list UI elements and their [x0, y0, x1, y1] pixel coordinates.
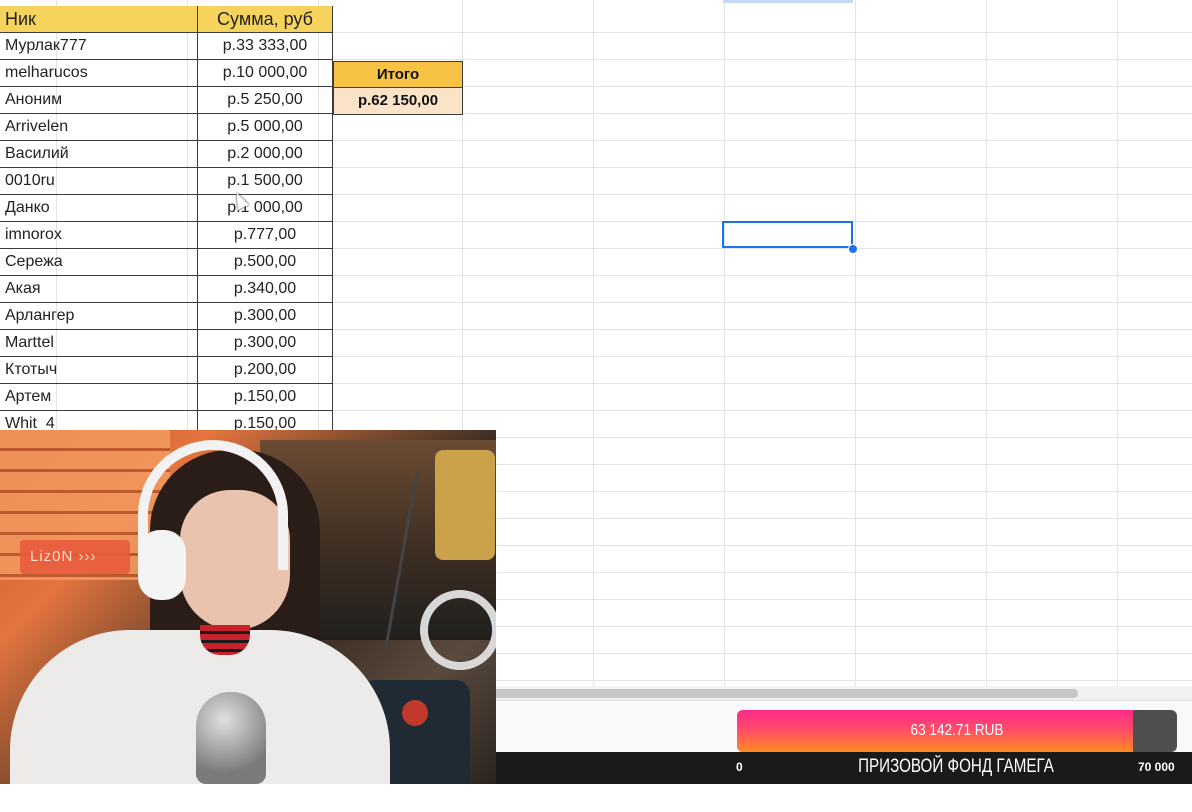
table-cell-nick[interactable]: Василий [0, 141, 198, 168]
table-cell-sum[interactable]: р.1 000,00 [198, 195, 333, 222]
table-cell-sum[interactable]: р.300,00 [198, 303, 333, 330]
table-cell-nick[interactable]: melharucos [0, 60, 198, 87]
table-cell-sum[interactable]: р.2 000,00 [198, 141, 333, 168]
table-cell-sum[interactable]: р.33 333,00 [198, 33, 333, 60]
selected-column-header-highlight [723, 0, 853, 3]
table-cell-nick[interactable]: Marttel [0, 330, 198, 357]
headphone-cup [138, 530, 186, 600]
total-value-cell[interactable]: р.62 150,00 [333, 88, 463, 115]
prize-fund-title: ПРИЗОВОЙ ФОНД ГАМЕГА ДЖЕМА [858, 756, 1054, 807]
active-cell-selection[interactable] [722, 221, 853, 248]
table-cell-nick[interactable]: Артем [0, 384, 198, 411]
table-cell-nick[interactable]: Сережа [0, 249, 198, 276]
backpack-logo-icon [402, 700, 428, 726]
fill-handle[interactable] [848, 244, 858, 254]
table-cell-nick[interactable]: Мурлак777 [0, 33, 198, 60]
table-cell-sum[interactable]: р.5 000,00 [198, 114, 333, 141]
donation-progress-bar: 63 142.71 RUB [737, 710, 1177, 752]
table-cell-nick[interactable]: imnorox [0, 222, 198, 249]
yellow-bag [435, 450, 495, 560]
donation-amount: 63 142.71 RUB [910, 722, 1004, 739]
table-cell-nick[interactable]: Ктотыч [0, 357, 198, 384]
webcam-overlay: Liz0N ››› [0, 430, 496, 784]
table-cell-sum[interactable]: р.340,00 [198, 276, 333, 303]
horizontal-scrollbar-thumb[interactable] [470, 689, 1078, 698]
column-header-sum[interactable]: Сумма, руб [198, 6, 333, 33]
table-cell-nick[interactable]: Arrivelen [0, 114, 198, 141]
table-cell-nick[interactable]: Данко [0, 195, 198, 222]
table-cell-sum[interactable]: р.150,00 [198, 384, 333, 411]
table-cell-sum[interactable]: р.777,00 [198, 222, 333, 249]
table-cell-sum[interactable]: р.1 500,00 [198, 168, 333, 195]
table-cell-sum[interactable]: р.10 000,00 [198, 60, 333, 87]
table-cell-nick[interactable]: Аноним [0, 87, 198, 114]
neon-sign: Liz0N ››› [20, 540, 130, 574]
table-cell-sum[interactable]: р.300,00 [198, 330, 333, 357]
table-cell-sum[interactable]: р.500,00 [198, 249, 333, 276]
prize-min-label: 0 [736, 760, 743, 774]
table-cell-sum[interactable]: р.200,00 [198, 357, 333, 384]
table-cell-nick[interactable]: Арлангер [0, 303, 198, 330]
table-cell-sum[interactable]: р.5 250,00 [198, 87, 333, 114]
prize-max-label: 70 000 [1138, 760, 1175, 774]
microphone-icon [196, 692, 266, 784]
sweater-collar [200, 625, 250, 655]
column-header-nick[interactable]: Ник [0, 6, 198, 33]
table-cell-nick[interactable]: 0010ru [0, 168, 198, 195]
ring-light [420, 590, 496, 670]
total-label-cell[interactable]: Итого [333, 61, 463, 88]
table-cell-nick[interactable]: Акая [0, 276, 198, 303]
